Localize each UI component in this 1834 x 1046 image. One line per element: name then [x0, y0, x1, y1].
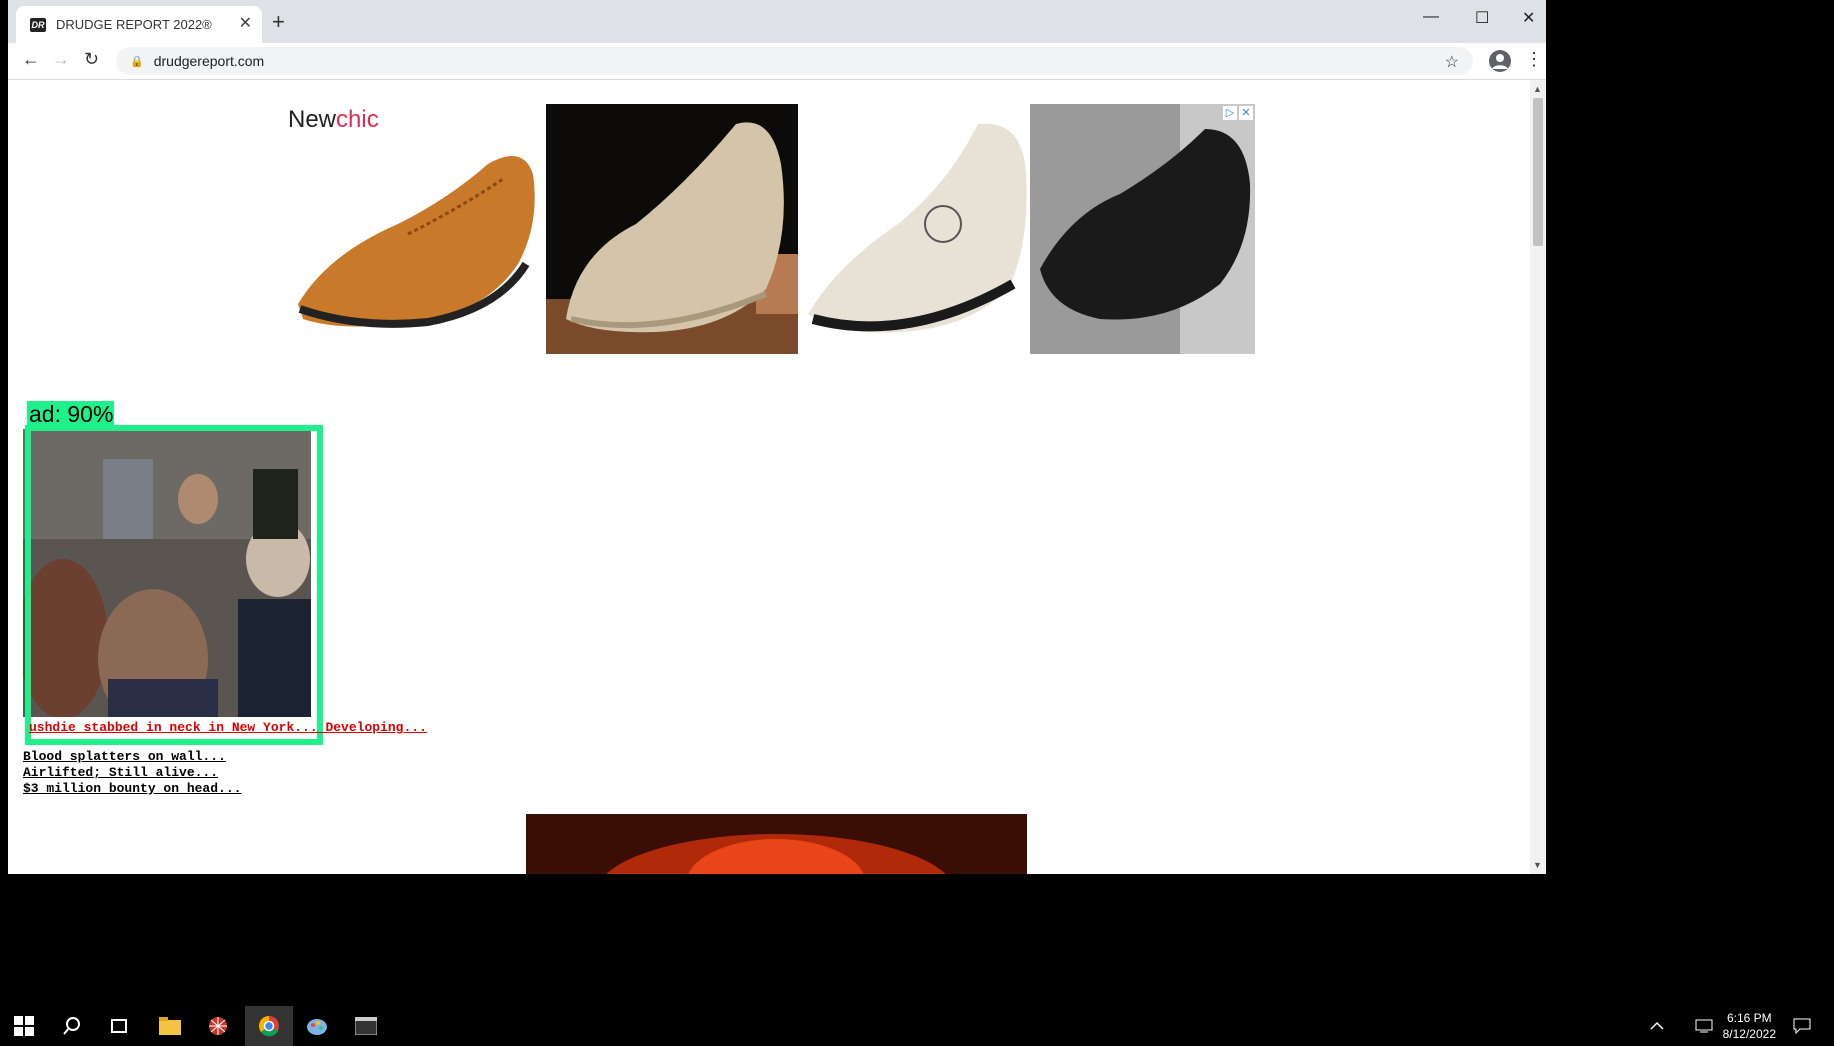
bookmark-star-icon[interactable]: ☆ — [1445, 52, 1459, 72]
task-view-icon[interactable] — [107, 1014, 131, 1038]
chrome-icon[interactable] — [257, 1014, 281, 1038]
shoe-ad-tile-1[interactable] — [288, 104, 546, 354]
adchoices-badge[interactable]: ▷ ✕ — [1223, 106, 1253, 120]
forward-button[interactable]: → — [52, 49, 70, 70]
ad-detection-label: ad: 90% — [27, 401, 114, 428]
clock-time: 6:16 PM — [1726, 1011, 1772, 1025]
page-scrollbar[interactable]: ▲ ▼ — [1530, 80, 1546, 874]
scroll-up-icon[interactable]: ▲ — [1533, 84, 1542, 94]
clock-date: 8/12/2022 — [1722, 1027, 1776, 1041]
browser-menu-icon[interactable]: ⋮ — [1525, 49, 1543, 70]
address-bar[interactable]: 🔒 drudgereport.com ☆ — [116, 47, 1473, 75]
browser-window: DR DRUDGE REPORT 2022® ✕ + — ☐ ✕ ← → ↻ 🔒… — [8, 0, 1546, 874]
adchoices-icon[interactable]: ▷ — [1223, 106, 1237, 120]
tab-drudge-report[interactable]: DR DRUDGE REPORT 2022® ✕ — [16, 6, 262, 43]
profile-avatar-icon[interactable] — [1489, 50, 1511, 72]
close-tab-icon[interactable]: ✕ — [239, 16, 252, 32]
show-hidden-icons-chevron-icon[interactable] — [1645, 1014, 1669, 1038]
search-icon[interactable] — [60, 1014, 84, 1038]
maximize-button[interactable]: ☐ — [1475, 8, 1489, 28]
ad-close-icon[interactable]: ✕ — [1239, 106, 1253, 120]
browser-toolbar: ← → ↻ 🔒 drudgereport.com ☆ ⋮ — [8, 43, 1546, 80]
windows-taskbar: 6:16 PM 8/12/2022 — [0, 1006, 1834, 1046]
scroll-down-icon[interactable]: ▼ — [1533, 860, 1542, 870]
ad-detection-box — [25, 425, 323, 745]
secondary-story-photo[interactable] — [526, 814, 1027, 874]
headline-link-1[interactable]: ushdie stabbed in neck in New York... De… — [29, 720, 427, 735]
terminal-icon[interactable] — [354, 1014, 378, 1038]
page-content: Newchic ▷ ✕ ad: 90% ushdie stabbed in ne… — [8, 80, 1530, 874]
back-button[interactable]: ← — [22, 49, 40, 70]
tab-title: DRUDGE REPORT 2022® — [56, 17, 212, 32]
headline-link-2[interactable]: Blood splatters on wall... — [23, 749, 226, 764]
headline-link-3[interactable]: Airlifted; Still alive... — [23, 765, 218, 780]
drudge-favicon-icon: DR — [30, 17, 46, 32]
shoe-ad-tile-3[interactable] — [798, 104, 1030, 354]
notification-center-icon[interactable] — [1790, 1014, 1814, 1038]
file-explorer-icon[interactable] — [158, 1014, 182, 1038]
minimize-button[interactable]: — — [1423, 8, 1439, 26]
close-window-button[interactable]: ✕ — [1522, 8, 1535, 28]
network-status-icon[interactable] — [1692, 1014, 1716, 1038]
url-text[interactable]: drudgereport.com — [154, 53, 265, 69]
new-tab-button[interactable]: + — [272, 11, 285, 33]
windows-start-icon[interactable] — [12, 1014, 36, 1038]
shoe-ad-tile-2[interactable] — [546, 104, 798, 354]
shoe-ad-tile-4[interactable]: ▷ ✕ — [1030, 104, 1255, 354]
scroll-thumb[interactable] — [1533, 98, 1543, 246]
paint-icon[interactable] — [305, 1014, 329, 1038]
reload-button[interactable]: ↻ — [84, 49, 99, 70]
headline-link-4[interactable]: $3 million bounty on head... — [23, 781, 241, 796]
network-app-icon[interactable] — [206, 1014, 230, 1038]
tab-strip: DR DRUDGE REPORT 2022® ✕ + — ☐ ✕ — [8, 0, 1546, 43]
lock-icon: 🔒 — [130, 55, 144, 68]
system-clock[interactable]: 6:16 PM 8/12/2022 — [1723, 1010, 1776, 1042]
newchic-logo: Newchic — [288, 106, 379, 133]
